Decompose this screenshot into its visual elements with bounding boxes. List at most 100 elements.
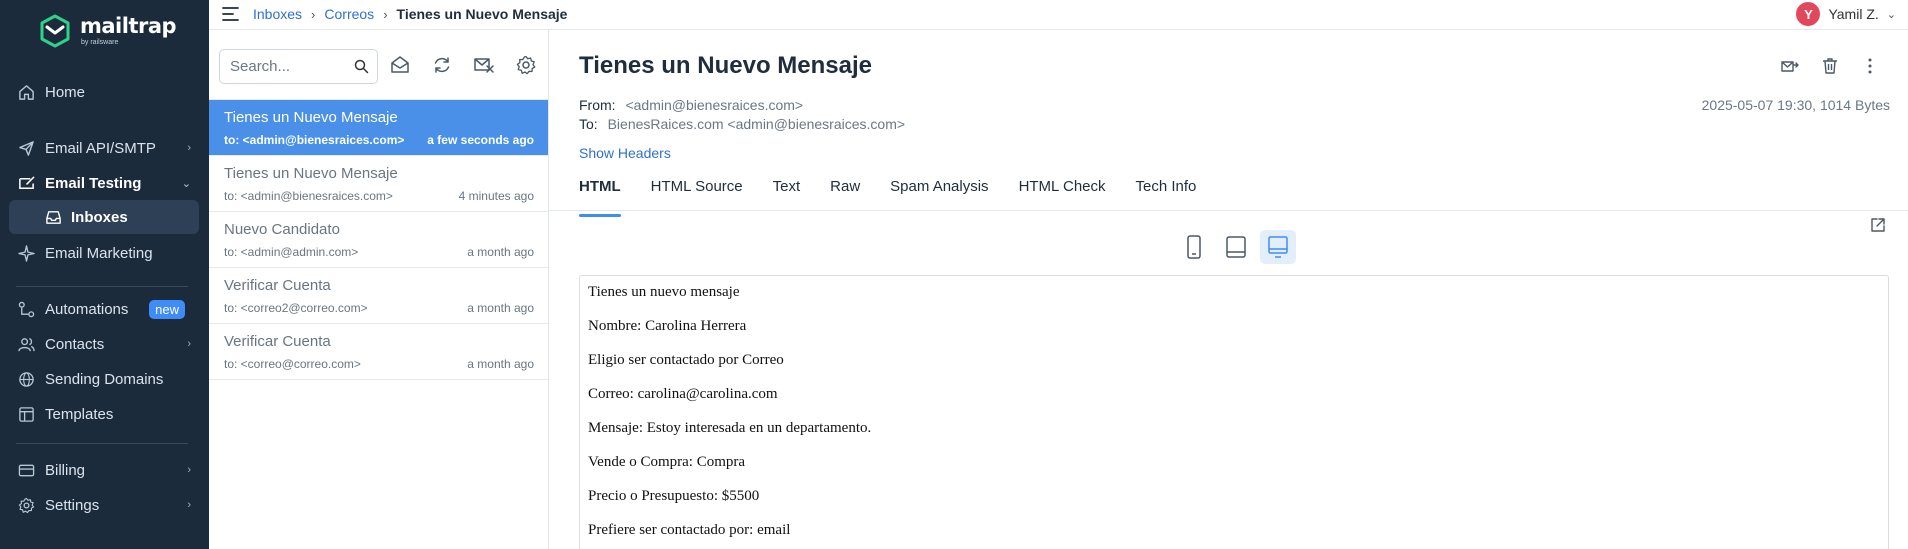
message-subject: Verificar Cuenta	[224, 277, 331, 294]
automation-icon	[18, 301, 35, 317]
sidebar-item-label: Sending Domains	[45, 370, 164, 388]
forward-email-icon[interactable]	[1780, 56, 1800, 76]
avatar: Y	[1796, 2, 1821, 26]
tab-tech-info[interactable]: Tech Info	[1136, 178, 1197, 210]
template-icon	[19, 406, 34, 422]
desktop-view-button[interactable]	[1260, 230, 1296, 264]
sidebar-item-home[interactable]: Home	[8, 75, 199, 109]
list-item[interactable]: Verificar Cuenta to: <correo@correo.com>…	[209, 324, 548, 380]
email-body-line: Vende o Compra: Compra	[588, 454, 746, 470]
email-body-line: Precio o Presupuesto: $5500	[588, 488, 760, 504]
message-time: a month ago	[467, 357, 534, 371]
tab-html-check[interactable]: HTML Check	[1019, 178, 1106, 210]
globe-icon	[19, 371, 34, 387]
sidebar-item-label: Contacts	[45, 335, 105, 353]
list-item[interactable]: Tienes un Nuevo Mensaje to: <admin@biene…	[209, 156, 548, 212]
sidebar-item-label: Templates	[45, 405, 114, 423]
tablet-view-button[interactable]	[1218, 230, 1254, 264]
sidebar-item-templates[interactable]: Templates	[8, 397, 199, 431]
from-line: From: <admin@bienesraices.com>	[579, 97, 803, 113]
tab-raw[interactable]: Raw	[830, 178, 860, 210]
chevron-right-icon: ›	[187, 338, 191, 350]
tab-html[interactable]: HTML	[579, 178, 621, 217]
sidebar-item-billing[interactable]: Billing ›	[8, 453, 199, 487]
sidebar-item-contacts[interactable]: Contacts ›	[8, 327, 199, 361]
breadcrumb-current: Tienes un Nuevo Mensaje	[396, 6, 568, 22]
breadcrumb-separator: ›	[383, 6, 388, 22]
menu-icon[interactable]	[222, 6, 239, 22]
sidebar: mailtrap by railsware Home Email API/SMT…	[0, 0, 209, 549]
list-item[interactable]: Nuevo Candidato to: <admin@admin.com> a …	[209, 212, 548, 268]
sidebar-item-sending-domains[interactable]: Sending Domains	[8, 362, 199, 396]
chevron-right-icon: ›	[187, 464, 191, 476]
breadcrumb: Inboxes › Correos › Tienes un Nuevo Mens…	[253, 6, 567, 22]
send-icon	[19, 140, 34, 156]
inbox-settings-icon[interactable]	[515, 54, 537, 76]
message-time: a few seconds ago	[427, 133, 534, 147]
clean-inbox-icon[interactable]	[473, 54, 495, 76]
message-time: a month ago	[467, 301, 534, 315]
trash-icon[interactable]	[1820, 56, 1840, 76]
mailtrap-logo-icon	[40, 14, 70, 48]
message-list-panel: Tienes un Nuevo Mensaje to: <admin@biene…	[209, 30, 549, 549]
sidebar-item-label: Inboxes	[71, 208, 128, 226]
email-preview: Tienes un nuevo mensaje Nombre: Carolina…	[579, 275, 1889, 549]
sidebar-item-label: Email Testing	[45, 174, 142, 192]
list-item[interactable]: Tienes un Nuevo Mensaje to: <admin@biene…	[209, 100, 548, 156]
billing-icon	[18, 464, 35, 476]
tab-spam-analysis[interactable]: Spam Analysis	[890, 178, 988, 210]
message-actions	[1780, 56, 1880, 76]
more-options-icon[interactable]	[1860, 56, 1880, 76]
breadcrumb-correos[interactable]: Correos	[324, 6, 374, 22]
inbox-test-icon	[19, 175, 35, 189]
search-box	[219, 49, 378, 84]
to-line: To: BienesRaices.com <admin@bienesraices…	[579, 116, 905, 132]
sidebar-item-label: Automations	[45, 300, 129, 318]
email-body-line: Tienes un nuevo mensaje	[588, 284, 740, 300]
email-body-line: Prefiere ser contactado por: email	[588, 522, 791, 538]
message-subject: Nuevo Candidato	[224, 221, 340, 238]
sidebar-item-automations[interactable]: Automations new	[8, 292, 199, 326]
marketing-icon	[18, 244, 35, 262]
tablet-icon	[1226, 236, 1246, 258]
logo[interactable]: mailtrap by railsware	[38, 14, 177, 48]
chevron-right-icon: ›	[187, 499, 191, 511]
message-detail: Tienes un Nuevo Mensaje From: <admin@bie…	[549, 30, 1908, 549]
message-time: 4 minutes ago	[458, 189, 534, 203]
tab-text[interactable]: Text	[773, 178, 801, 210]
search-input[interactable]	[220, 50, 340, 83]
sidebar-item-label: Home	[45, 83, 86, 101]
email-body-line: Eligio ser contactado por Correo	[588, 352, 784, 368]
chevron-down-icon: ⌄	[181, 177, 191, 190]
user-menu[interactable]: Y Yamil Z. ⌄	[1796, 2, 1896, 26]
chevron-down-icon: ⌄	[1886, 8, 1896, 21]
search-icon[interactable]	[354, 59, 369, 74]
show-headers-link[interactable]: Show Headers	[579, 145, 671, 161]
sidebar-item-inboxes[interactable]: Inboxes	[9, 200, 199, 234]
mobile-view-button[interactable]	[1176, 230, 1212, 264]
sidebar-item-email-testing[interactable]: Email Testing ⌄	[8, 166, 199, 200]
logo-text: mailtrap	[80, 14, 177, 38]
tab-html-source[interactable]: HTML Source	[651, 178, 743, 210]
sidebar-item-email-api[interactable]: Email API/SMTP ›	[8, 131, 199, 165]
new-badge: new	[149, 299, 185, 319]
email-body-line: Nombre: Carolina Herrera	[588, 318, 747, 334]
message-recipient: to: <admin@bienesraices.com>	[224, 133, 405, 147]
message-recipient: to: <correo@correo.com>	[224, 357, 361, 371]
device-switcher	[1176, 230, 1296, 264]
chevron-right-icon: ›	[187, 142, 191, 154]
sidebar-item-email-marketing[interactable]: Email Marketing	[8, 236, 199, 270]
user-name: Yamil Z.	[1828, 6, 1879, 22]
message-recipient: to: <correo2@correo.com>	[224, 301, 368, 315]
open-new-window-icon[interactable]	[1870, 217, 1886, 233]
message-title: Tienes un Nuevo Mensaje	[579, 52, 872, 79]
desktop-icon	[1268, 236, 1288, 258]
breadcrumb-inboxes[interactable]: Inboxes	[253, 6, 302, 22]
mark-read-icon[interactable]	[389, 54, 411, 76]
refresh-icon[interactable]	[431, 54, 453, 76]
sidebar-item-settings[interactable]: Settings ›	[8, 488, 199, 522]
to-value: BienesRaices.com <admin@bienesraices.com…	[607, 116, 906, 132]
sidebar-item-label: Email API/SMTP	[45, 139, 156, 157]
list-item[interactable]: Verificar Cuenta to: <correo2@correo.com…	[209, 268, 548, 324]
sidebar-divider	[16, 286, 188, 287]
